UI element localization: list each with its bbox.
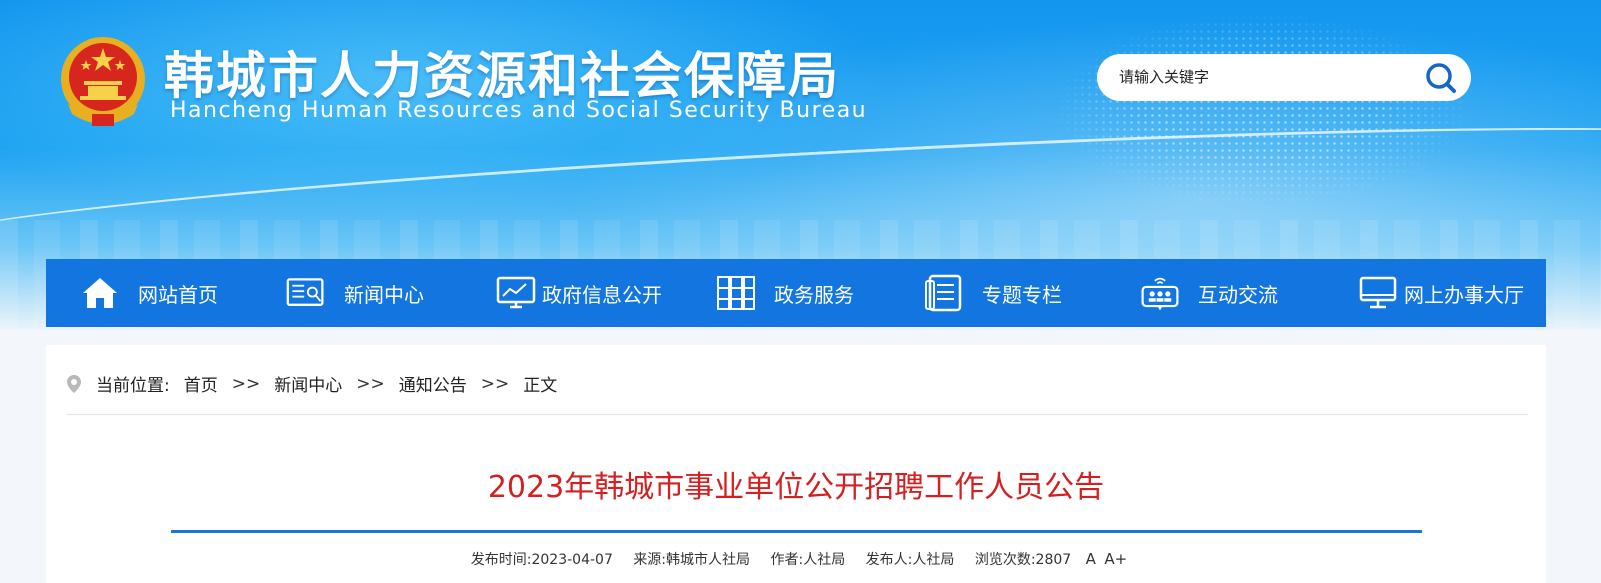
breadcrumb-separator: >> [231, 373, 261, 394]
publish-time: 发布时间:2023-04-07 [470, 552, 613, 568]
nav-label: 政务服务 [774, 282, 854, 307]
breadcrumb-current: 正文 [523, 376, 558, 396]
nav-label: 网上办事大厅 [1404, 282, 1524, 307]
nav-item-interaction[interactable]: 互动交流 [1140, 259, 1278, 327]
home-icon [80, 273, 120, 313]
site-subtitle: Hancheng Human Resources and Social Secu… [170, 98, 868, 123]
breadcrumb: 当前位置: 首页 >> 新闻中心 >> 通知公告 >> 正文 [66, 371, 557, 396]
article-title: 2023年韩城市事业单位公开招聘工作人员公告 [487, 470, 1105, 505]
author: 作者:人社局 [770, 552, 846, 568]
national-emblem-icon[interactable] [58, 34, 148, 128]
view-count: 浏览次数:2807 [974, 552, 1072, 568]
font-size-default-button[interactable]: A [1086, 550, 1096, 568]
breadcrumb-separator: >> [480, 373, 510, 394]
nav-label: 互动交流 [1198, 282, 1278, 307]
title-divider [171, 530, 1422, 533]
breadcrumb-home[interactable]: 首页 [184, 371, 218, 396]
nav-label: 新闻中心 [344, 282, 424, 307]
search-input[interactable] [1119, 64, 1399, 91]
location-pin-icon [67, 374, 81, 393]
nav-item-online-hall[interactable]: 网上办事大厅 [1358, 259, 1524, 327]
nav-item-services[interactable]: 政务服务 [716, 259, 854, 327]
nav-item-topics[interactable]: 专题专栏 [924, 259, 1062, 327]
breadcrumb-prefix: 当前位置: [96, 376, 170, 396]
nav-label: 网站首页 [138, 282, 218, 307]
source: 来源:韩城市人社局 [633, 552, 751, 568]
main-nav: 网站首页 新闻中心 政府信息公开 政务服务 专题专栏 互动交流 网上办事大厅 [46, 259, 1546, 327]
desktop-icon [1358, 273, 1398, 313]
cabinet-icon [716, 273, 756, 313]
nav-item-news[interactable]: 新闻中心 [286, 259, 424, 327]
document-icon [924, 273, 964, 313]
nav-label: 政府信息公开 [542, 282, 662, 307]
monitor-chart-icon [496, 273, 536, 313]
breadcrumb-notices[interactable]: 通知公告 [399, 371, 467, 396]
search-box [1097, 54, 1471, 101]
article-meta: 发布时间:2023-04-07 来源:韩城市人社局 作者:人社局 发布人:人社局… [46, 549, 1546, 569]
breadcrumb-separator: >> [356, 373, 385, 394]
breadcrumb-divider [66, 414, 1528, 415]
article-card: 当前位置: 首页 >> 新闻中心 >> 通知公告 >> 正文 2023年韩城市事… [46, 345, 1546, 583]
publisher: 发布人:人社局 [865, 552, 955, 568]
nav-item-gov-info[interactable]: 政府信息公开 [496, 259, 662, 327]
search-icon[interactable] [1423, 60, 1459, 96]
nav-label: 专题专栏 [982, 282, 1062, 307]
breadcrumb-news[interactable]: 新闻中心 [274, 371, 342, 396]
nav-item-home[interactable]: 网站首页 [80, 259, 218, 327]
newspaper-icon [286, 273, 326, 313]
font-size-larger-button[interactable]: A+ [1104, 550, 1127, 568]
chat-group-icon [1140, 273, 1180, 313]
